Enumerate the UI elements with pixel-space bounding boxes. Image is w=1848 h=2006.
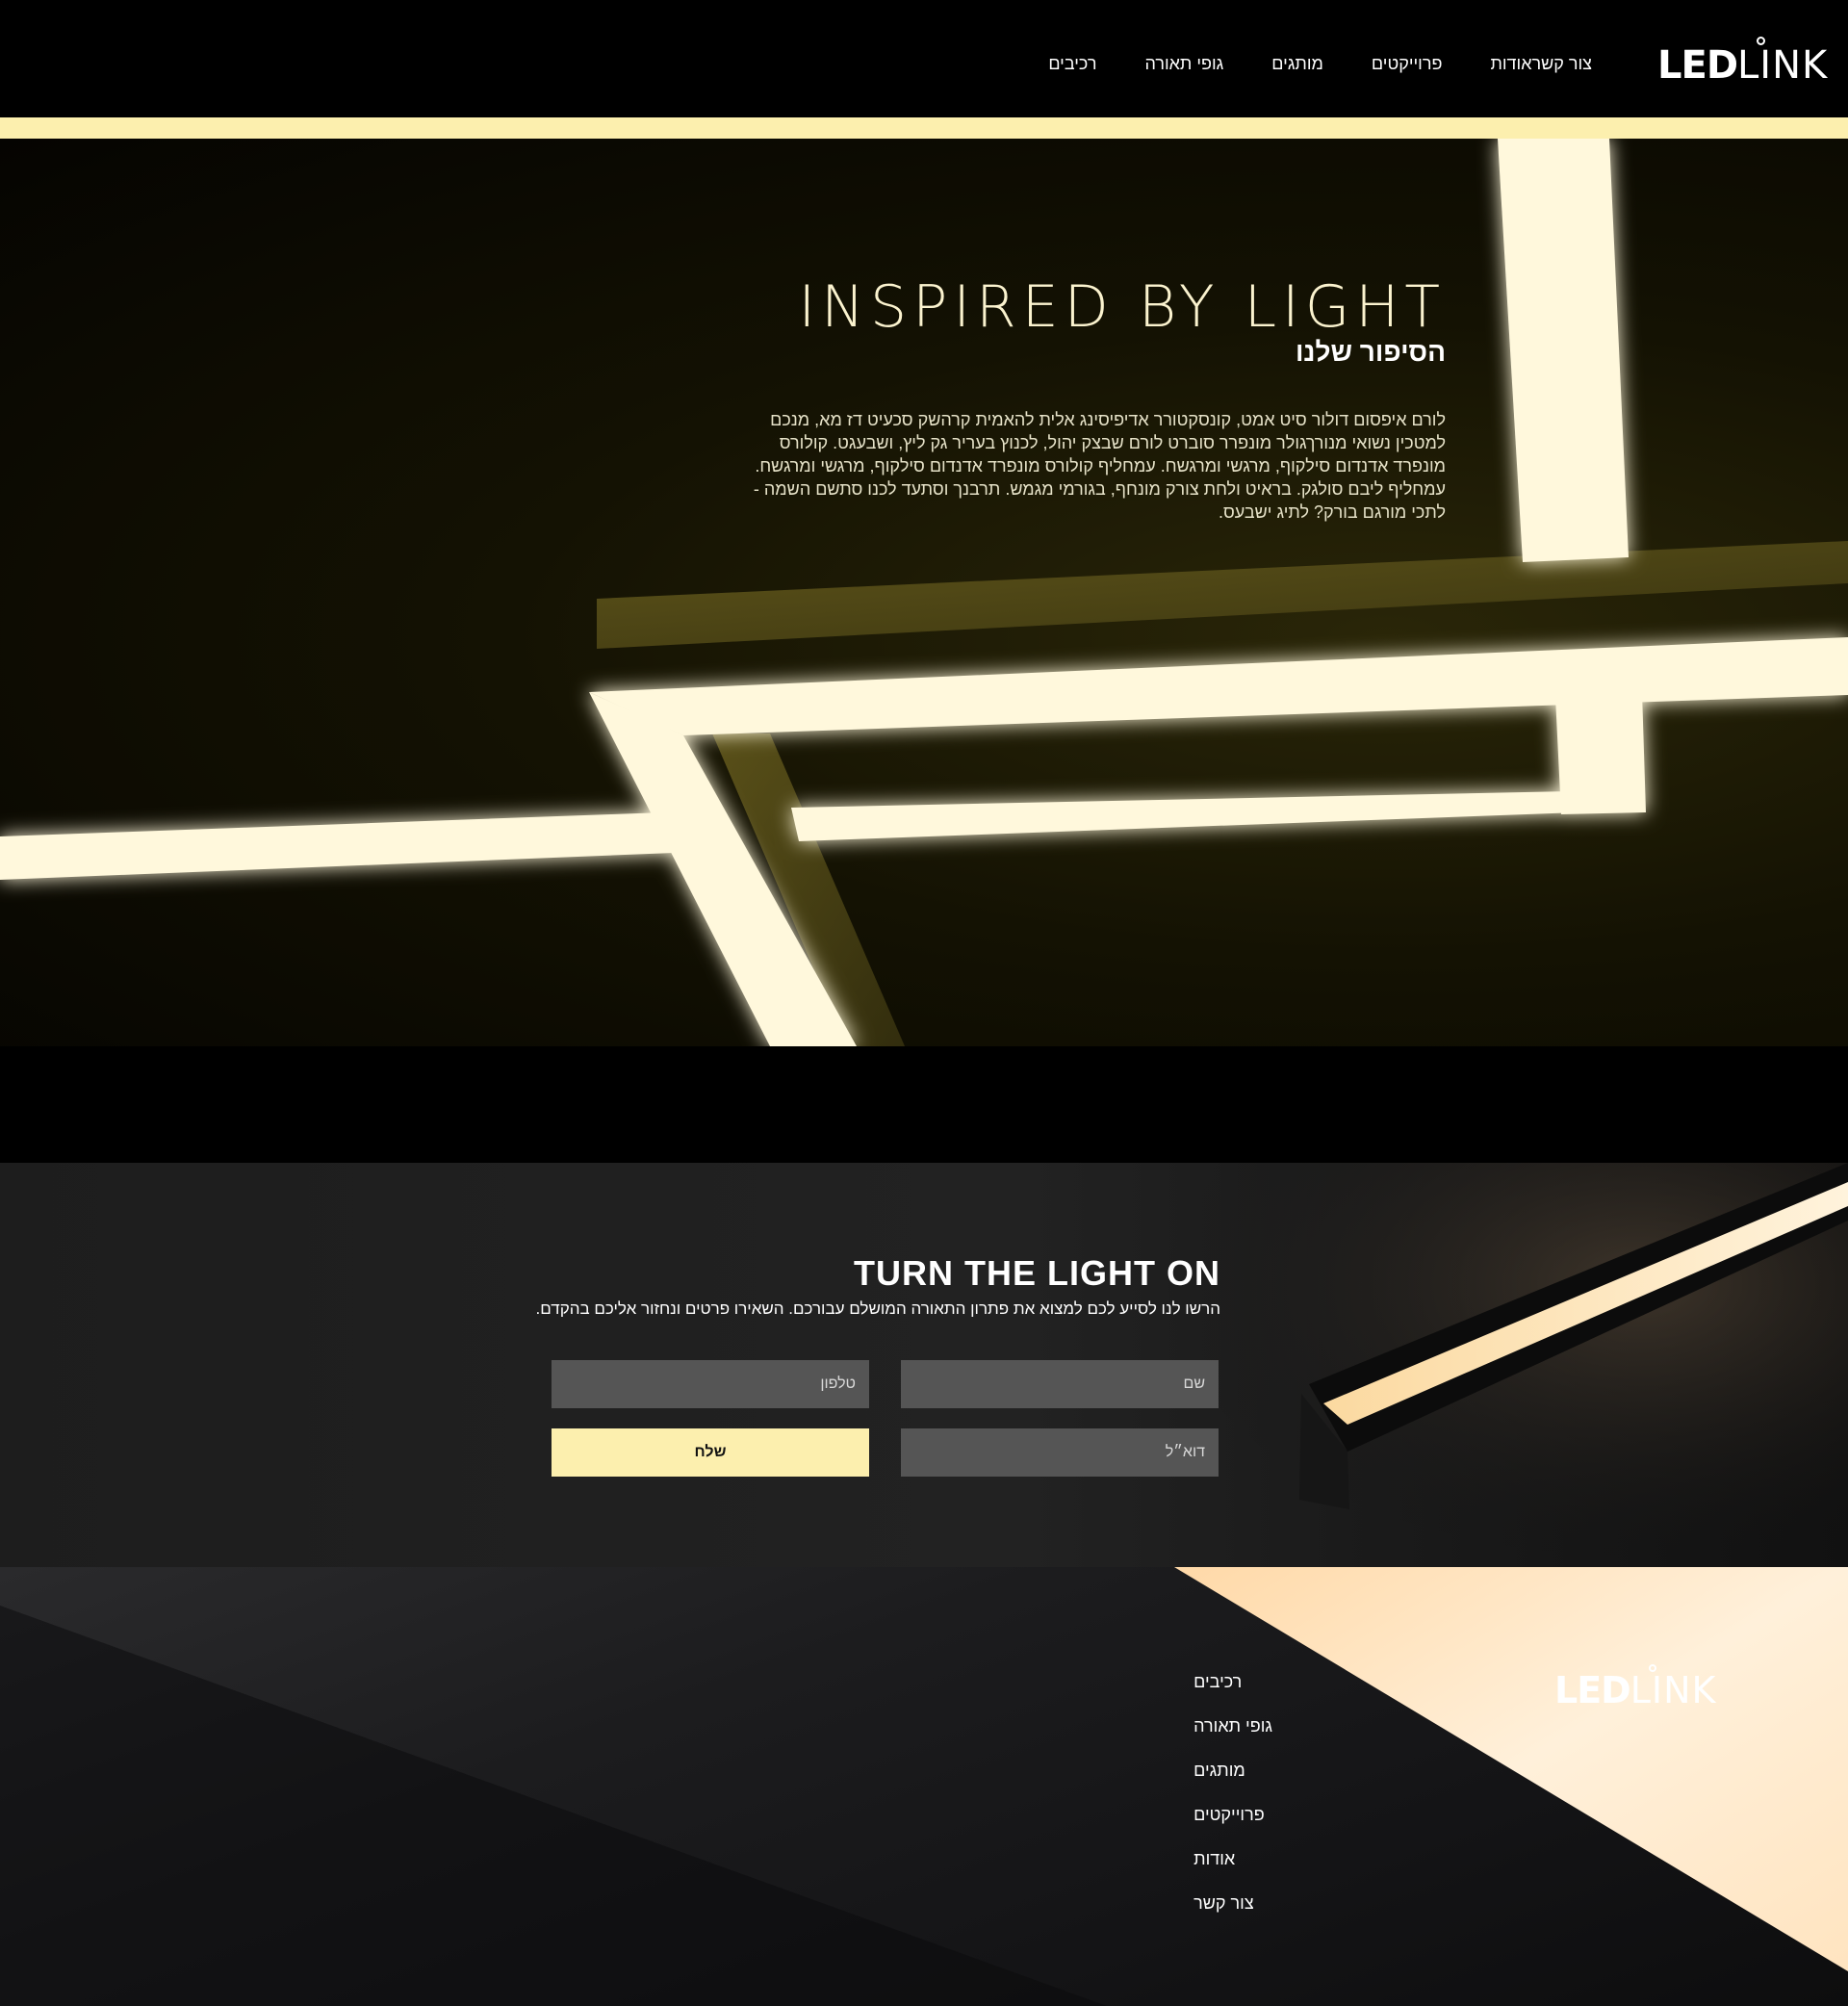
site-footer: LED LINK רכיבים גופי תאורה מותגים פרוייק… bbox=[0, 1567, 1848, 2006]
logo-dot-icon bbox=[1757, 37, 1766, 45]
footer-item-projects[interactable]: פרוייקטים bbox=[1194, 1804, 1265, 1825]
phone-input[interactable] bbox=[552, 1360, 869, 1408]
header-logo[interactable]: LED LINK bbox=[1657, 37, 1829, 88]
accent-bar bbox=[0, 117, 1848, 139]
main-nav: רכיבים גופי תאורה מותגים פרוייקטים אודות… bbox=[1000, 54, 1592, 74]
nav-item-brands[interactable]: מותגים bbox=[1271, 54, 1323, 74]
footer-logo-led-text: LED bbox=[1554, 1669, 1631, 1711]
footer-light-panel-image bbox=[0, 1567, 1848, 2006]
nav-item-about[interactable]: אודות bbox=[1490, 54, 1531, 74]
hero-body-text: לורם איפסום דולור סיט אמט, קונסקטורר אדי… bbox=[753, 410, 1446, 522]
signup-title: TURN THE LIGHT ON bbox=[854, 1253, 1220, 1293]
nav-item-projects[interactable]: פרוייקטים bbox=[1372, 54, 1443, 74]
logo-link-text: LINK bbox=[1737, 37, 1829, 88]
footer-logo-dot-icon bbox=[1648, 1664, 1656, 1672]
email-input[interactable] bbox=[901, 1428, 1219, 1477]
footer-logo-link-text: LINK bbox=[1630, 1664, 1717, 1711]
footer-logo-link-word: LINK bbox=[1630, 1669, 1717, 1711]
hero-section: INSPIRED BY LIGHT הסיפור שלנו לורם איפסו… bbox=[0, 139, 1848, 1046]
site-header: LED LINK רכיבים גופי תאורה מותגים פרוייק… bbox=[0, 0, 1848, 117]
signup-section: TURN THE LIGHT ON הרשו לנו לסייע לכם למצ… bbox=[0, 1163, 1848, 1567]
footer-item-brands[interactable]: מותגים bbox=[1194, 1760, 1245, 1781]
hero-title: INSPIRED BY LIGHT bbox=[798, 273, 1446, 341]
signup-description: הרשו לנו לסייע לכם למצוא את פתרון התאורה… bbox=[535, 1299, 1220, 1318]
hero-subtitle: הסיפור שלנו bbox=[1295, 337, 1446, 367]
footer-item-about[interactable]: אודות bbox=[1194, 1848, 1235, 1869]
footer-nav: רכיבים גופי תאורה מותגים פרוייקטים אודות… bbox=[1194, 1671, 1272, 1937]
nav-item-contact[interactable]: צור קשר bbox=[1532, 54, 1592, 74]
footer-item-fixtures[interactable]: גופי תאורה bbox=[1194, 1715, 1272, 1736]
footer-logo[interactable]: LED LINK bbox=[1554, 1664, 1717, 1711]
footer-item-components[interactable]: רכיבים bbox=[1194, 1671, 1242, 1692]
logo-led-text: LED bbox=[1657, 43, 1738, 88]
nav-item-components[interactable]: רכיבים bbox=[1048, 54, 1096, 74]
nav-item-fixtures[interactable]: גופי תאורה bbox=[1144, 54, 1223, 74]
section-spacer bbox=[0, 1046, 1848, 1163]
logo-link-word: LINK bbox=[1737, 43, 1829, 88]
send-button[interactable]: שלח bbox=[552, 1428, 869, 1477]
footer-item-contact[interactable]: צור קשר bbox=[1194, 1892, 1253, 1914]
name-input[interactable] bbox=[901, 1360, 1219, 1408]
